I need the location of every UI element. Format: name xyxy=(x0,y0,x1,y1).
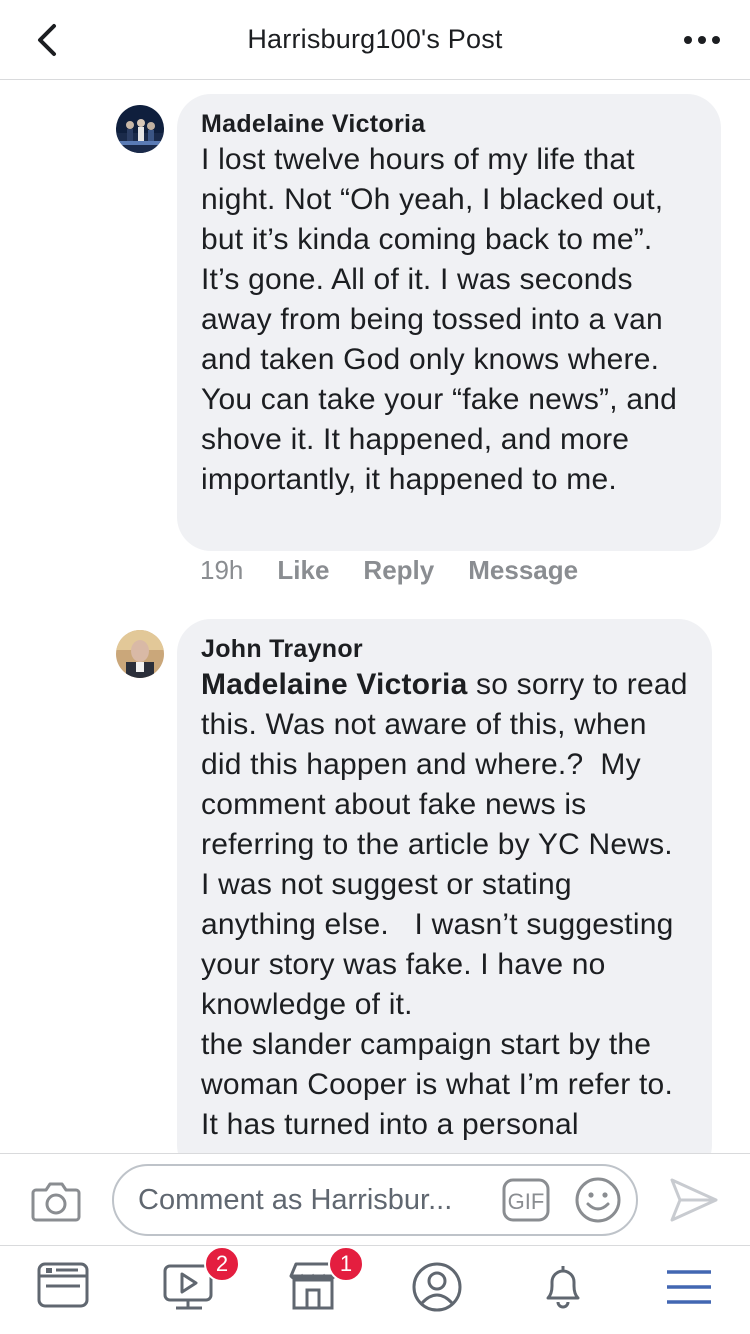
tab-notifications[interactable] xyxy=(536,1260,596,1320)
message-button[interactable]: Message xyxy=(468,555,578,586)
bottom-tab-bar: 2 1 xyxy=(0,1245,750,1334)
avatar-image xyxy=(116,630,164,678)
smiley-icon xyxy=(575,1177,621,1223)
comment-author[interactable]: Madelaine Victoria xyxy=(201,108,697,140)
comment-author[interactable]: John Traynor xyxy=(201,633,688,665)
tab-menu[interactable] xyxy=(662,1260,722,1320)
comment-actions: 19h Like Reply Message xyxy=(200,555,612,586)
gif-button[interactable]: GIF xyxy=(502,1178,550,1222)
menu-icon xyxy=(667,1270,711,1304)
comment-text: I lost twelve hours of my life that nigh… xyxy=(201,143,686,496)
tab-watch[interactable]: 2 xyxy=(162,1246,240,1320)
mention-link[interactable]: Madelaine Victoria xyxy=(201,668,467,701)
post-comments-screen: Harrisburg100's Post Madelaine Victoria … xyxy=(0,0,750,1334)
profile-icon xyxy=(412,1262,462,1312)
comment-composer: Comment as Harrisbur... GIF xyxy=(0,1153,750,1245)
camera-button[interactable] xyxy=(30,1178,82,1224)
comment-timestamp[interactable]: 19h xyxy=(200,555,243,586)
comment-bubble[interactable]: Madelaine Victoria I lost twelve hours o… xyxy=(177,94,721,551)
comment-placeholder: Comment as Harrisbur... xyxy=(138,1184,453,1216)
tab-profile[interactable] xyxy=(410,1260,470,1320)
comment-input[interactable]: Comment as Harrisbur... GIF xyxy=(112,1164,638,1236)
camera-icon xyxy=(31,1182,81,1222)
comment-bubble[interactable]: John Traynor Madelaine Victoria so sorry… xyxy=(177,619,712,1153)
tab-marketplace[interactable]: 1 xyxy=(286,1246,364,1320)
gif-label: GIF xyxy=(508,1189,545,1214)
top-bar: Harrisburg100's Post xyxy=(0,0,750,80)
send-button[interactable] xyxy=(668,1176,720,1224)
avatar[interactable] xyxy=(116,105,164,153)
bell-icon xyxy=(546,1266,580,1309)
watch-notification-badge: 2 xyxy=(204,1246,240,1282)
more-horizontal-icon xyxy=(684,36,720,44)
page-title: Harrisburg100's Post xyxy=(247,24,503,54)
tab-news-feed[interactable] xyxy=(36,1260,96,1320)
comment-body: so sorry to read this. Was not aware of … xyxy=(201,668,688,1141)
emoji-button[interactable] xyxy=(574,1176,622,1224)
comment-text: Madelaine Victoria so sorry to read this… xyxy=(201,665,688,1145)
comment-feed[interactable]: Madelaine Victoria I lost twelve hours o… xyxy=(0,81,750,1153)
news-feed-icon xyxy=(37,1262,89,1308)
reply-button[interactable]: Reply xyxy=(363,555,434,586)
send-icon xyxy=(670,1178,718,1222)
like-button[interactable]: Like xyxy=(277,555,329,586)
marketplace-notification-badge: 1 xyxy=(328,1246,364,1282)
avatar[interactable] xyxy=(116,630,164,678)
avatar-image xyxy=(116,105,164,153)
more-options-button[interactable] xyxy=(678,26,726,54)
gif-icon: GIF xyxy=(502,1178,550,1222)
